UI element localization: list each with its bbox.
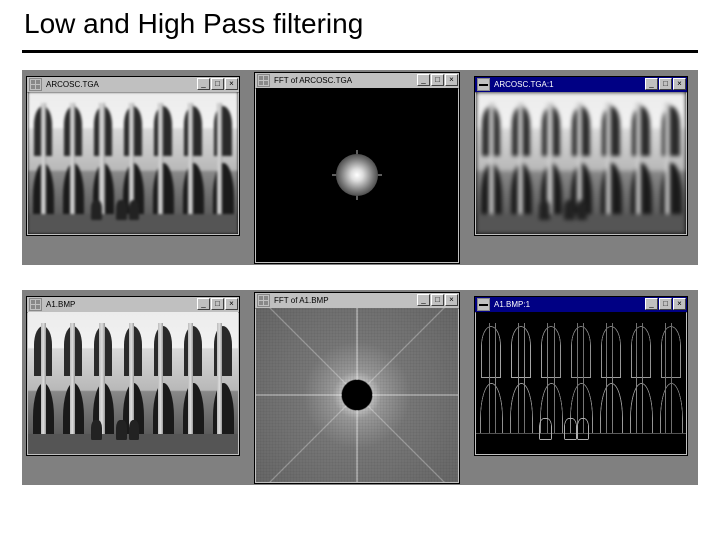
close-button[interactable]: × xyxy=(673,78,686,90)
minimize-button[interactable]: _ xyxy=(645,298,658,310)
image-lowpass-result xyxy=(476,92,686,234)
window-result-lowpass: ARCOSC.TGA:1 _ □ × xyxy=(474,76,688,236)
system-menu-icon[interactable] xyxy=(257,74,270,87)
window-result-highpass: A1.BMP:1 _ □ × xyxy=(474,296,688,456)
titlebar[interactable]: FFT of A1.BMP _ □ × xyxy=(255,293,459,309)
maximize-button[interactable]: □ xyxy=(659,298,672,310)
window-source-1: ARCOSC.TGA _ □ × xyxy=(26,76,240,236)
maximize-button[interactable]: □ xyxy=(211,78,224,90)
system-menu-icon[interactable] xyxy=(29,298,42,311)
maximize-button[interactable]: □ xyxy=(431,74,444,86)
minimize-button[interactable]: _ xyxy=(645,78,658,90)
window-fft-lowpass: FFT of ARCOSC.TGA _ □ × xyxy=(254,72,460,264)
row-lowpass: ARCOSC.TGA _ □ × FFT of ARCOSC.TGA _ □ xyxy=(22,70,698,265)
window-fft-highpass: FFT of A1.BMP _ □ × xyxy=(254,292,460,484)
close-button[interactable]: × xyxy=(673,298,686,310)
minimize-button[interactable]: _ xyxy=(417,74,430,86)
minimize-button[interactable]: _ xyxy=(197,78,210,90)
titlebar[interactable]: A1.BMP:1 _ □ × xyxy=(475,297,687,313)
image-original-arches-2 xyxy=(28,312,238,454)
close-button[interactable]: × xyxy=(445,74,458,86)
close-button[interactable]: × xyxy=(225,298,238,310)
slide-title: Low and High Pass filtering xyxy=(24,8,363,40)
close-button[interactable]: × xyxy=(225,78,238,90)
titlebar[interactable]: A1.BMP _ □ × xyxy=(27,297,239,313)
window-source-2: A1.BMP _ □ × xyxy=(26,296,240,456)
titlebar[interactable]: ARCOSC.TGA:1 _ □ × xyxy=(475,77,687,93)
maximize-button[interactable]: □ xyxy=(431,294,444,306)
row-highpass: A1.BMP _ □ × FFT of A1.BMP _ □ xyxy=(22,290,698,485)
titlebar[interactable]: FFT of ARCOSC.TGA _ □ × xyxy=(255,73,459,89)
image-fft-highpass xyxy=(256,308,458,482)
minimize-button[interactable]: _ xyxy=(417,294,430,306)
system-menu-icon[interactable] xyxy=(477,298,490,311)
image-fft-lowpass xyxy=(256,88,458,262)
image-original-arches xyxy=(28,92,238,234)
titlebar[interactable]: ARCOSC.TGA _ □ × xyxy=(27,77,239,93)
maximize-button[interactable]: □ xyxy=(659,78,672,90)
system-menu-icon[interactable] xyxy=(477,78,490,91)
system-menu-icon[interactable] xyxy=(257,294,270,307)
close-button[interactable]: × xyxy=(445,294,458,306)
image-highpass-result xyxy=(476,312,686,454)
title-underline xyxy=(22,50,698,53)
system-menu-icon[interactable] xyxy=(29,78,42,91)
maximize-button[interactable]: □ xyxy=(211,298,224,310)
minimize-button[interactable]: _ xyxy=(197,298,210,310)
